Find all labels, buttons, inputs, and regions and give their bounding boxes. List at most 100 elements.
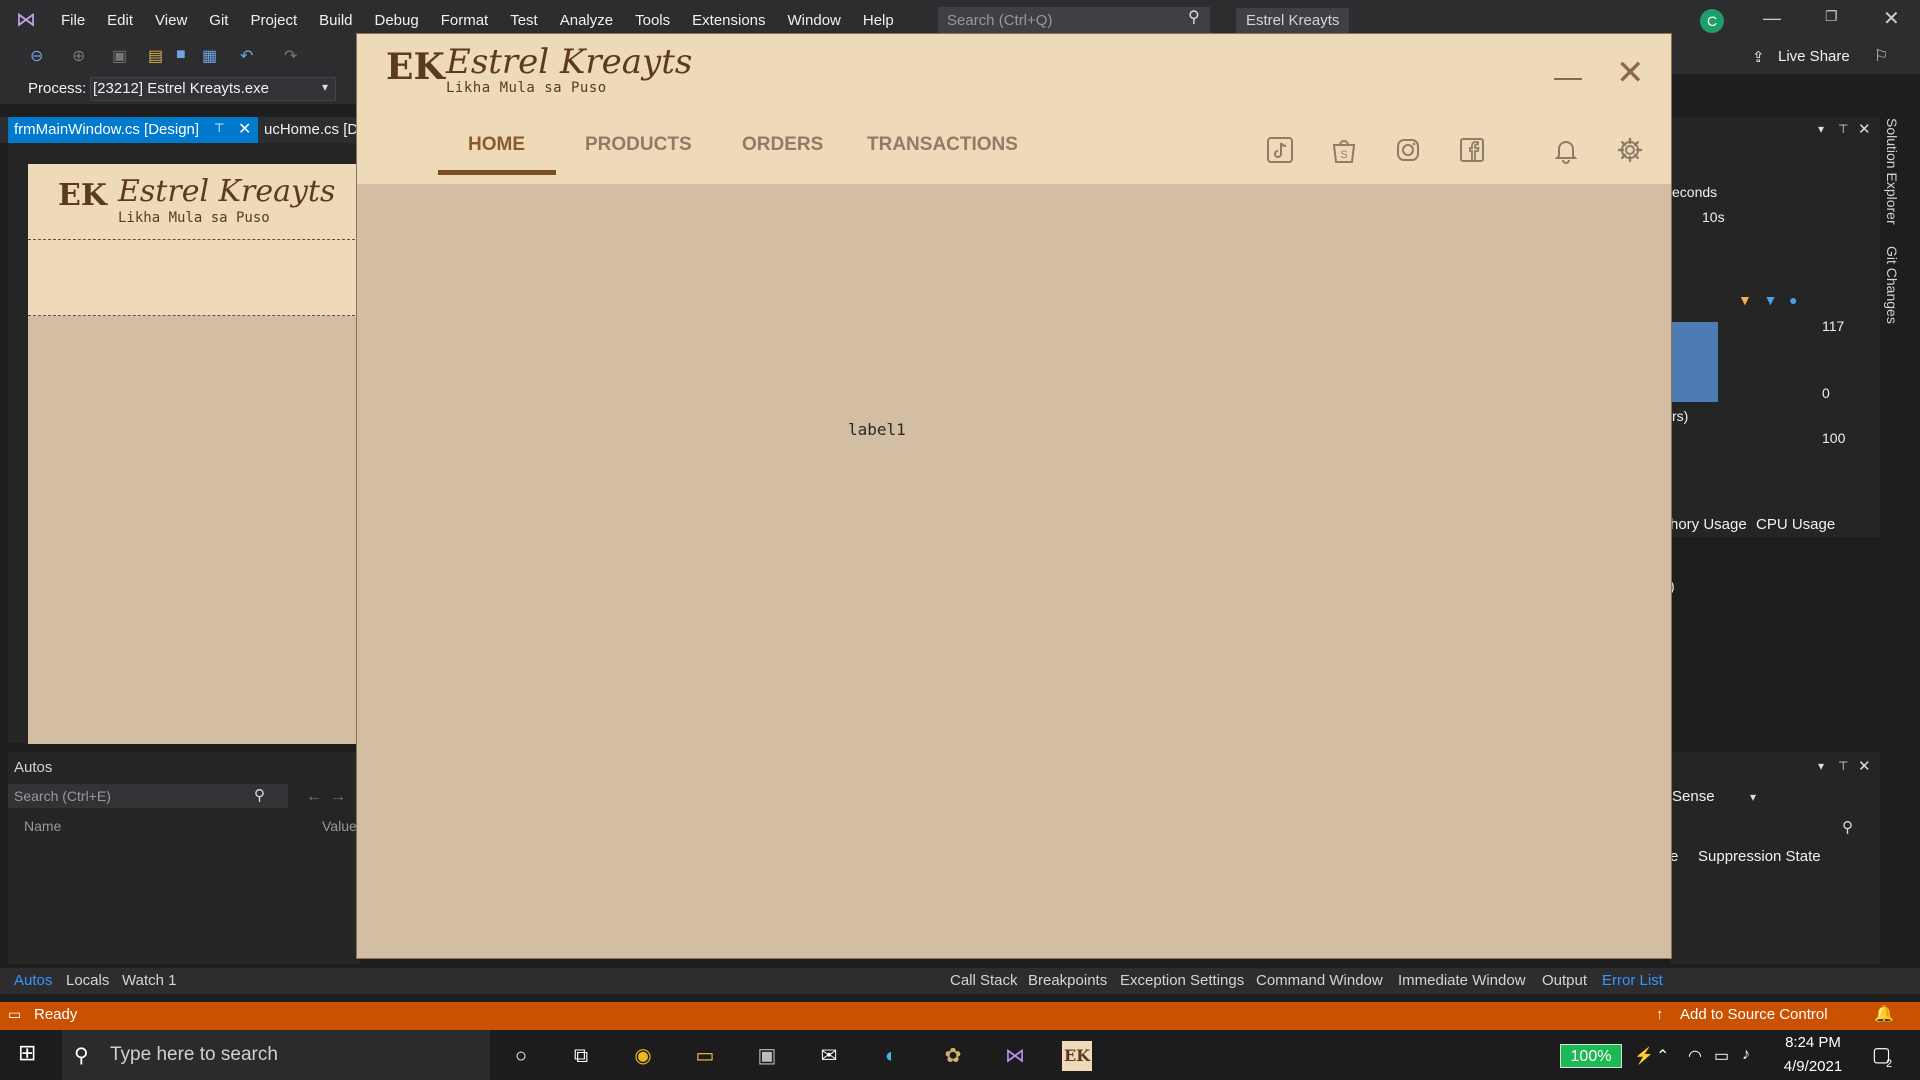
volume-icon[interactable]: ♪ xyxy=(1742,1046,1750,1064)
tab-output[interactable]: Output xyxy=(1542,972,1587,989)
menu-tools[interactable]: Tools xyxy=(624,12,681,29)
menu-analyze[interactable]: Analyze xyxy=(549,12,624,29)
search-icon[interactable]: ⚲ xyxy=(254,786,265,804)
app-tool-icon[interactable]: ✿ xyxy=(938,1041,968,1071)
instagram-icon[interactable] xyxy=(1394,136,1422,164)
menu-file[interactable]: File xyxy=(50,12,96,29)
pin-icon[interactable]: ⊤ xyxy=(1838,759,1848,773)
restore-icon[interactable]: ❐ xyxy=(1825,8,1838,25)
tray-date[interactable]: 4/9/2021 xyxy=(1774,1058,1852,1075)
tab-watch-1[interactable]: Watch 1 xyxy=(122,972,176,989)
process-select[interactable]: [23212] Estrel Kreayts.exe xyxy=(90,77,336,101)
tab-immediate-window[interactable]: Immediate Window xyxy=(1398,972,1526,989)
side-tab-git-changes[interactable]: Git Changes xyxy=(1884,246,1900,324)
tab-breakpoints[interactable]: Breakpoints xyxy=(1028,972,1107,989)
undo-icon[interactable]: ↶ xyxy=(240,46,253,66)
facebook-icon[interactable] xyxy=(1458,136,1486,164)
menu-view[interactable]: View xyxy=(144,12,198,29)
save-all-icon[interactable]: ▦ xyxy=(202,46,217,66)
app-minimize-button[interactable] xyxy=(1554,78,1582,80)
menu-project[interactable]: Project xyxy=(239,12,308,29)
search-icon[interactable]: ⚲ xyxy=(1842,818,1853,836)
menu-test[interactable]: Test xyxy=(499,12,549,29)
live-share-icon[interactable]: ⇪ xyxy=(1752,48,1765,66)
visual-studio-taskbar-icon[interactable]: ⋈ xyxy=(1000,1041,1030,1071)
tab-command-window[interactable]: Command Window xyxy=(1256,972,1383,989)
battery-icon[interactable]: ▭ xyxy=(1714,1046,1729,1066)
task-view-icon[interactable]: ⧉ xyxy=(566,1041,596,1071)
panel-dropdown-icon[interactable]: ▾ xyxy=(1818,122,1824,136)
nav-orders[interactable]: ORDERS xyxy=(742,134,823,156)
nav-home[interactable]: HOME xyxy=(468,134,525,156)
arrow-left-icon[interactable]: ← xyxy=(306,788,322,806)
chevron-down-icon[interactable]: ▾ xyxy=(1750,790,1756,804)
autos-column-name[interactable]: Name xyxy=(24,818,61,834)
save-icon[interactable]: ■ xyxy=(176,46,186,64)
chevron-down-icon[interactable]: ▾ xyxy=(322,80,328,94)
gear-icon[interactable] xyxy=(1616,136,1644,164)
forward-icon[interactable]: ⊕ xyxy=(72,46,85,66)
visual-studio-logo-icon[interactable]: ⋈ xyxy=(12,8,40,32)
tab-exception-settings[interactable]: Exception Settings xyxy=(1120,972,1244,989)
tab-call-stack[interactable]: Call Stack xyxy=(950,972,1018,989)
tray-time[interactable]: 8:24 PM xyxy=(1778,1034,1848,1051)
tiktok-icon[interactable] xyxy=(1266,136,1294,164)
menu-debug[interactable]: Debug xyxy=(364,12,430,29)
shopee-bag-icon[interactable]: S xyxy=(1330,136,1358,164)
tab-memory-usage[interactable]: hory Usage xyxy=(1670,516,1747,533)
tab-autos[interactable]: Autos xyxy=(14,972,52,989)
pin-icon[interactable]: ⊤ xyxy=(1838,122,1848,136)
estrel-kreayts-taskbar-icon[interactable]: EK xyxy=(1062,1041,1092,1071)
tab-uchome-design[interactable]: ucHome.cs [D xyxy=(264,117,358,143)
feedback-icon[interactable]: ⚐ xyxy=(1874,46,1888,66)
menu-edit[interactable]: Edit xyxy=(96,12,144,29)
battery-badge[interactable]: 100% xyxy=(1560,1044,1622,1068)
menu-format[interactable]: Format xyxy=(430,12,500,29)
tab-close-icon[interactable]: ✕ xyxy=(238,119,251,139)
nav-products[interactable]: PRODUCTS xyxy=(585,134,692,156)
power-icon[interactable]: ⚡ xyxy=(1634,1046,1654,1066)
autos-column-value[interactable]: Value xyxy=(322,818,357,834)
menu-extensions[interactable]: Extensions xyxy=(681,12,776,29)
designer-nav-panel[interactable] xyxy=(28,240,360,316)
user-avatar[interactable]: C xyxy=(1700,9,1724,33)
menu-git[interactable]: Git xyxy=(198,12,239,29)
bell-icon[interactable] xyxy=(1552,136,1580,164)
redo-icon[interactable]: ↷ xyxy=(284,46,297,66)
edge-icon[interactable]: ◐ xyxy=(876,1041,906,1071)
panel-dropdown-icon[interactable]: ▾ xyxy=(1818,759,1824,773)
taskbar-search-input[interactable]: Type here to search xyxy=(62,1030,490,1080)
wifi-icon[interactable]: ◠ xyxy=(1688,1046,1702,1066)
store-icon[interactable]: ▣ xyxy=(752,1041,782,1071)
live-share-button[interactable]: Live Share xyxy=(1778,48,1850,65)
nav-transactions[interactable]: TRANSACTIONS xyxy=(867,134,1018,156)
menu-window[interactable]: Window xyxy=(777,12,852,29)
error-list-column-partial[interactable]: e xyxy=(1670,848,1678,865)
arrow-right-icon[interactable]: → xyxy=(330,788,346,806)
chrome-icon[interactable]: ◉ xyxy=(628,1041,658,1071)
close-icon[interactable]: ✕ xyxy=(1858,757,1871,775)
tab-cpu-usage[interactable]: CPU Usage xyxy=(1756,516,1835,533)
error-list-filter-select[interactable]: Sense xyxy=(1672,788,1715,805)
arrow-up-icon[interactable]: ↑ xyxy=(1656,1006,1664,1023)
mail-icon[interactable]: ✉ xyxy=(814,1041,844,1071)
search-icon[interactable]: ⚲ xyxy=(1188,7,1200,27)
close-icon[interactable]: ✕ xyxy=(1883,6,1900,31)
menu-build[interactable]: Build xyxy=(308,12,363,29)
autos-search-input[interactable]: Search (Ctrl+E) xyxy=(8,784,288,808)
file-explorer-icon[interactable]: ▭ xyxy=(690,1041,720,1071)
new-project-icon[interactable]: ▣ xyxy=(112,46,127,66)
vs-search-input[interactable]: Search (Ctrl+Q) xyxy=(938,7,1210,33)
tab-locals[interactable]: Locals xyxy=(66,972,109,989)
add-to-source-control-button[interactable]: Add to Source Control xyxy=(1680,1006,1828,1023)
minimize-icon[interactable]: — xyxy=(1763,8,1781,29)
menu-help[interactable]: Help xyxy=(852,12,905,29)
pin-icon[interactable]: ⊤ xyxy=(214,121,224,135)
cortana-icon[interactable]: ○ xyxy=(506,1041,536,1071)
back-icon[interactable]: ⊖ xyxy=(30,46,43,66)
open-folder-icon[interactable]: ▤ xyxy=(148,46,163,66)
notifications-icon[interactable]: 🔔 xyxy=(1874,1004,1894,1024)
close-icon[interactable]: ✕ xyxy=(1858,120,1871,138)
windows-start-icon[interactable]: ⊞ xyxy=(18,1040,44,1066)
chevron-up-icon[interactable]: ⌃ xyxy=(1656,1046,1669,1066)
